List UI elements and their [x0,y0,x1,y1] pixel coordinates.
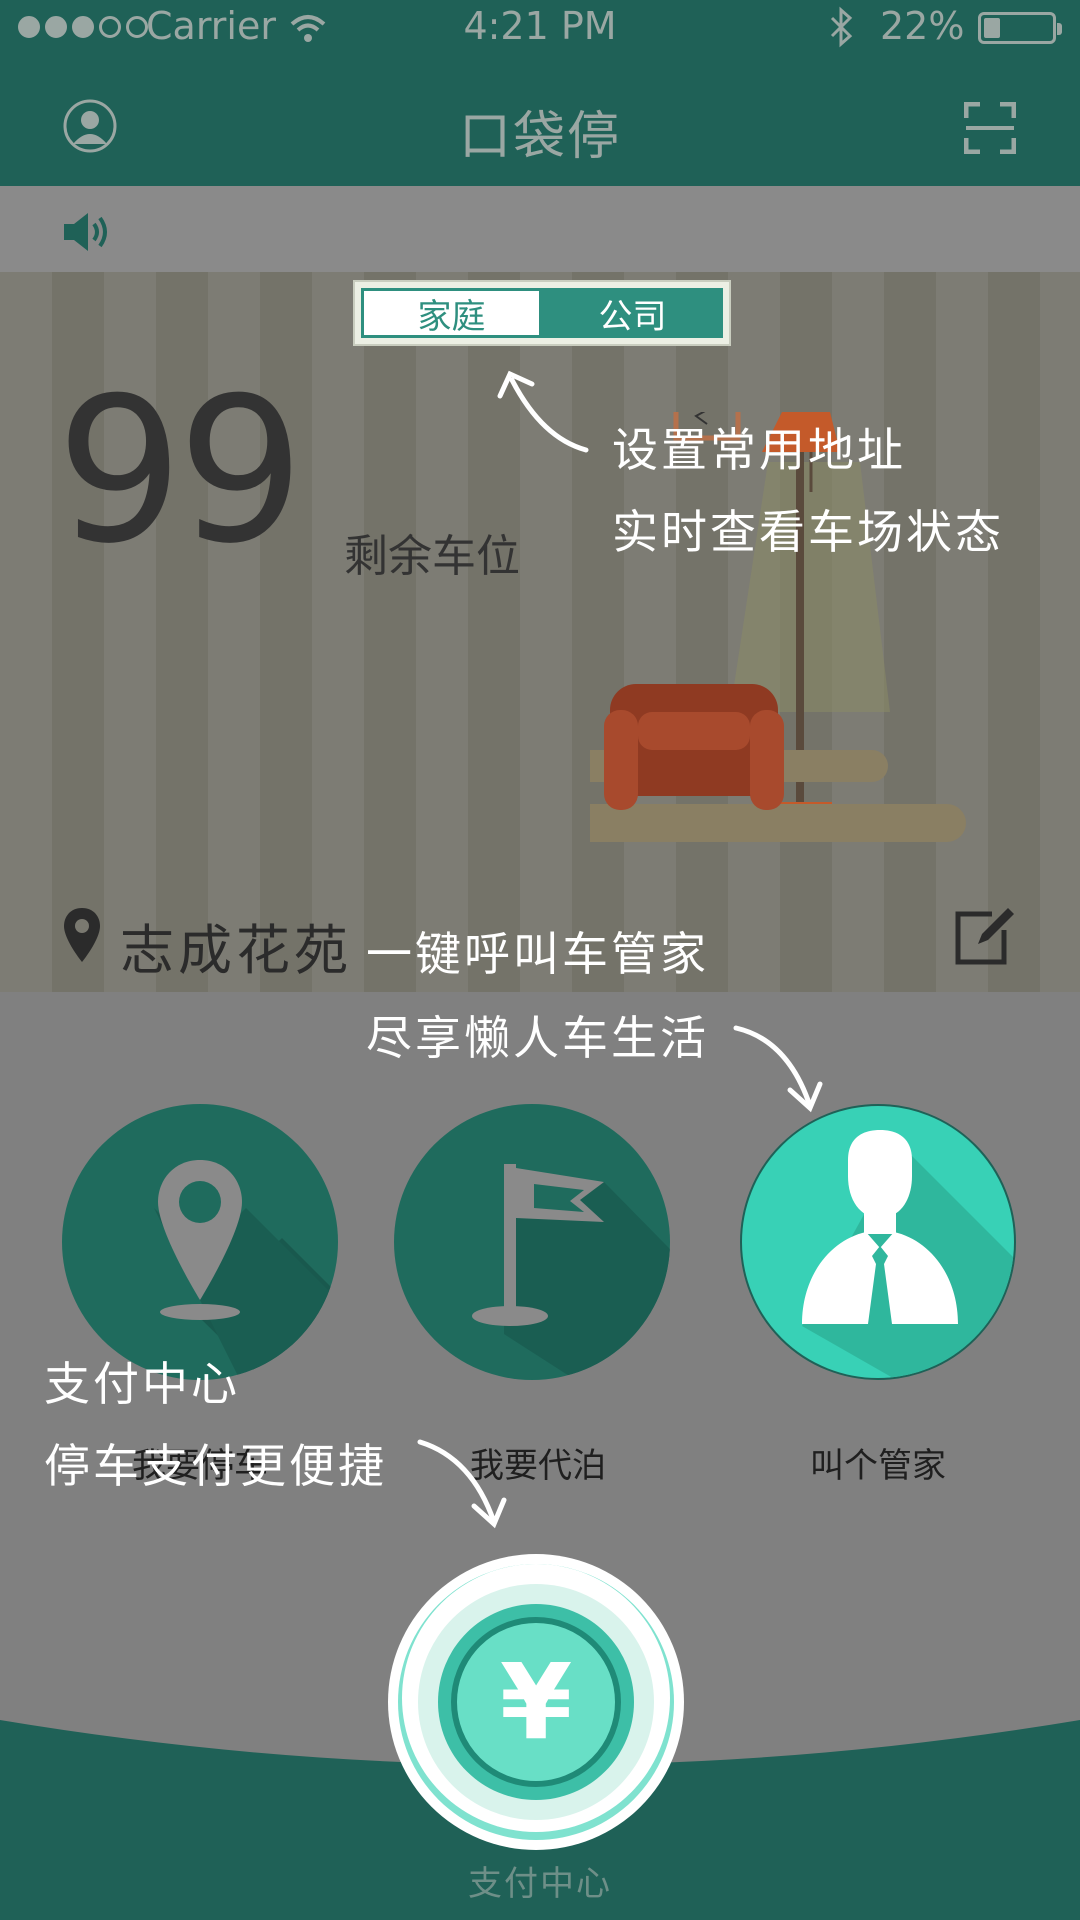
battery-percent: 22% [880,4,965,48]
pay-center-label: 支付中心 [468,1864,612,1904]
annotation-address-line2: 实时查看车场状态 [612,505,1004,559]
remaining-spaces-count: 99 [56,355,304,588]
butler-label: 叫个管家 [810,1446,946,1486]
svg-text:¥: ¥ [500,1641,572,1763]
park-button[interactable] [62,1104,338,1380]
yuan-icon: ¥ [388,1554,684,1850]
address-toggle[interactable]: 家庭 公司 [353,280,731,346]
valet-button[interactable] [394,1104,670,1380]
butler-button[interactable] [740,1104,1016,1380]
annotation-pay-line2: 停车支付更便捷 [44,1439,387,1493]
toggle-home[interactable]: 家庭 [361,288,542,338]
remaining-spaces-label: 剩余车位 [344,531,520,582]
butler-icon [802,1130,1014,1378]
bluetooth-icon [830,6,853,48]
scan-icon[interactable] [964,102,1016,154]
location-pin-icon [154,1160,338,1380]
location-name: 志成花苑 [120,919,352,982]
annotation-butler-line1: 一键呼叫车管家 [366,927,709,981]
app-title: 口袋停 [458,107,621,167]
annotation-butler-line2: 尽享懒人车生活 [366,1011,709,1065]
notice-bar[interactable] [0,186,1080,272]
annotation-arrow [417,1439,507,1529]
status-bar: Carrier 4:21 PM 22% [0,0,1080,56]
location-pin-icon [64,908,100,962]
speaker-icon [64,213,107,251]
annotation-address-line1: 设置常用地址 [612,423,906,477]
toggle-company[interactable]: 公司 [542,288,723,338]
annotation-arrow [733,1025,823,1113]
annotation-arrow [497,370,589,453]
flag-icon [472,1164,670,1380]
annotation-pay-line1: 支付中心 [44,1357,240,1411]
edit-icon[interactable] [952,904,1016,968]
pay-center-button[interactable]: ¥ [386,1552,686,1852]
nav-bar: 口袋停 [0,56,1080,186]
battery-icon [978,12,1062,44]
